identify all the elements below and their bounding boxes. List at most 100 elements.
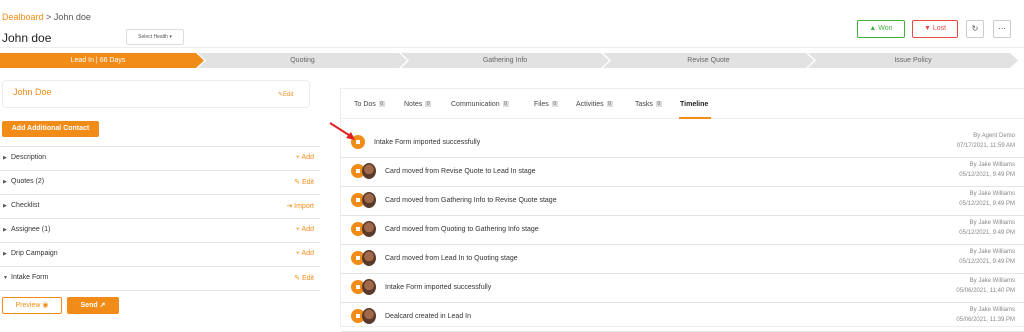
- contact-name[interactable]: John Doe: [13, 87, 52, 97]
- caret-right-icon: ▶: [3, 179, 7, 185]
- section-label: Drip Campaign: [11, 250, 58, 257]
- deal-details-panel: John Doe ✎Edit Add Additional Contact ▶ …: [0, 78, 320, 327]
- annotation-arrow-icon: [329, 122, 355, 140]
- more-icon: ⋯: [998, 24, 1006, 33]
- timeline-author: By Jake Williams: [969, 307, 1015, 313]
- timeline-text: Intake Form imported successfully: [374, 139, 481, 146]
- caret-right-icon: ▶: [3, 251, 7, 257]
- preview-label: Preview: [15, 302, 41, 309]
- tab-notes[interactable]: Notes 0: [404, 101, 432, 108]
- won-label: Won: [878, 25, 893, 32]
- won-button[interactable]: ▲ Won: [857, 20, 905, 38]
- lost-button[interactable]: ▼ Lost: [912, 20, 958, 38]
- section-quotes[interactable]: ▶ Quotes (2) ✎ Edit: [0, 170, 320, 194]
- tab-todos[interactable]: To Dos 0: [354, 101, 385, 108]
- tab-communication[interactable]: Communication 0: [451, 101, 509, 108]
- health-select[interactable]: Select Health ▾: [126, 29, 184, 45]
- tab-files[interactable]: Files 0: [534, 101, 558, 108]
- breadcrumb: Dealboard > John doe: [2, 12, 91, 22]
- timeline-date: 05/06/2021, 11:39 PM: [956, 317, 1015, 323]
- timeline-item: Card moved from Lead In to Quoting stage…: [341, 245, 1024, 274]
- avatar: [362, 192, 376, 208]
- tab-label: Communication: [451, 101, 500, 108]
- section-description[interactable]: ▶ Description + Add: [0, 146, 320, 170]
- activity-tabs: To Dos 0 Notes 0 Communication 0 Files 0 Act…: [341, 89, 1024, 119]
- section-action-label: Add: [301, 226, 314, 233]
- more-options-button[interactable]: ⋯: [993, 20, 1011, 38]
- timeline-author: By Agent Demo: [973, 133, 1015, 139]
- tab-count: 0: [655, 101, 662, 108]
- tab-count: 0: [425, 101, 432, 108]
- stage-revise-quote[interactable]: Revise Quote: [611, 53, 806, 68]
- section-edit-button[interactable]: ✎ Edit: [294, 178, 314, 186]
- tab-activities[interactable]: Activities 0: [576, 101, 613, 108]
- contact-edit-button[interactable]: ✎Edit: [278, 91, 293, 98]
- tab-label: Tasks: [635, 101, 653, 108]
- timeline-date: 05/12/2021, 9:49 PM: [959, 259, 1015, 265]
- avatar: [362, 250, 376, 266]
- lost-label: Lost: [932, 25, 947, 32]
- stage-gathering-info[interactable]: Gathering Info: [409, 53, 601, 68]
- tab-label: Activities: [576, 101, 604, 108]
- timeline-item: Card moved from Quoting to Gathering Inf…: [341, 216, 1024, 245]
- activity-panel: To Dos 0 Notes 0 Communication 0 Files 0 Act…: [340, 88, 1024, 332]
- section-checklist[interactable]: ▶ Checklist ⇥ Import: [0, 194, 320, 218]
- tab-label: Notes: [404, 101, 423, 108]
- avatar: [362, 163, 376, 179]
- breadcrumb-separator: >: [46, 12, 52, 22]
- section-add-button[interactable]: + Add: [296, 226, 314, 233]
- timeline-text: Dealcard created in Lead In: [385, 313, 471, 320]
- tab-tasks[interactable]: Tasks 0: [635, 101, 662, 108]
- section-action-label: Edit: [301, 179, 314, 186]
- timeline-author: By Jake Williams: [969, 162, 1015, 168]
- eye-icon: ◉: [42, 302, 49, 309]
- section-edit-button[interactable]: ✎ Edit: [294, 274, 314, 282]
- section-drip-campaign[interactable]: ▶ Drip Campaign + Add: [0, 242, 320, 266]
- refresh-icon: ↻: [971, 24, 979, 33]
- tab-timeline[interactable]: Timeline: [680, 101, 708, 108]
- breadcrumb-current: John doe: [53, 12, 91, 22]
- timeline-date: 05/12/2021, 9:49 PM: [959, 172, 1015, 178]
- health-select-label: Select Health: [138, 34, 168, 40]
- section-add-button[interactable]: + Add: [296, 250, 314, 257]
- tab-label: Timeline: [680, 101, 709, 108]
- timeline-author: By Jake Williams: [969, 249, 1015, 255]
- section-action-label: Edit: [301, 275, 314, 282]
- section-label: Checklist: [11, 202, 40, 209]
- tab-count: 0: [551, 101, 558, 108]
- section-label: Description: [11, 154, 47, 161]
- avatar: [362, 221, 376, 237]
- stage-issue-policy[interactable]: Issue Policy: [816, 53, 1010, 68]
- preview-button[interactable]: Preview ◉: [2, 297, 62, 314]
- timeline-item: Card moved from Revise Quote to Lead In …: [341, 158, 1024, 187]
- caret-right-icon: ▶: [3, 203, 7, 209]
- timeline-text: Intake Form imported successfully: [385, 284, 492, 291]
- section-intake-form[interactable]: ▼ Intake Form ✎ Edit: [0, 266, 320, 290]
- timeline-text: Card moved from Revise Quote to Lead In …: [385, 168, 536, 175]
- section-assignee[interactable]: ▶ Assignee (1) + Add: [0, 218, 320, 242]
- timeline-author: By Jake Williams: [969, 278, 1015, 284]
- timeline-item: Card moved from Gathering Info to Revise…: [341, 187, 1024, 216]
- section-action-label: Import: [294, 203, 314, 210]
- external-link-icon: ↗: [99, 302, 106, 309]
- section-add-button[interactable]: + Add: [296, 154, 314, 161]
- timeline-item: Dealcard created in Lead In By Jake Will…: [341, 303, 1024, 332]
- avatar: [362, 308, 376, 324]
- stage-lead-in[interactable]: Lead In | 66 Days: [0, 53, 196, 68]
- tab-count: 0: [502, 101, 509, 108]
- section-action-label: Add: [301, 154, 314, 161]
- pencil-icon: ✎: [294, 275, 302, 282]
- stage-quoting[interactable]: Quoting: [206, 53, 399, 68]
- add-additional-contact-button[interactable]: Add Additional Contact: [2, 121, 99, 137]
- section-import-button[interactable]: ⇥ Import: [286, 202, 314, 210]
- breadcrumb-dealboard-link[interactable]: Dealboard: [2, 12, 44, 22]
- refresh-button[interactable]: ↻: [966, 20, 984, 38]
- send-button[interactable]: Send ↗: [67, 297, 119, 314]
- timeline-date: 05/12/2021, 9:49 PM: [959, 201, 1015, 207]
- timeline-item: Intake Form imported successfully By Age…: [341, 129, 1024, 158]
- deal-header: Dealboard > John doe John doe Select Hea…: [0, 0, 1024, 48]
- timeline-item: Intake Form imported successfully By Jak…: [341, 274, 1024, 303]
- section-label: Assignee (1): [11, 226, 51, 233]
- timeline-text: Card moved from Gathering Info to Revise…: [385, 197, 557, 204]
- section-divider: [0, 290, 320, 291]
